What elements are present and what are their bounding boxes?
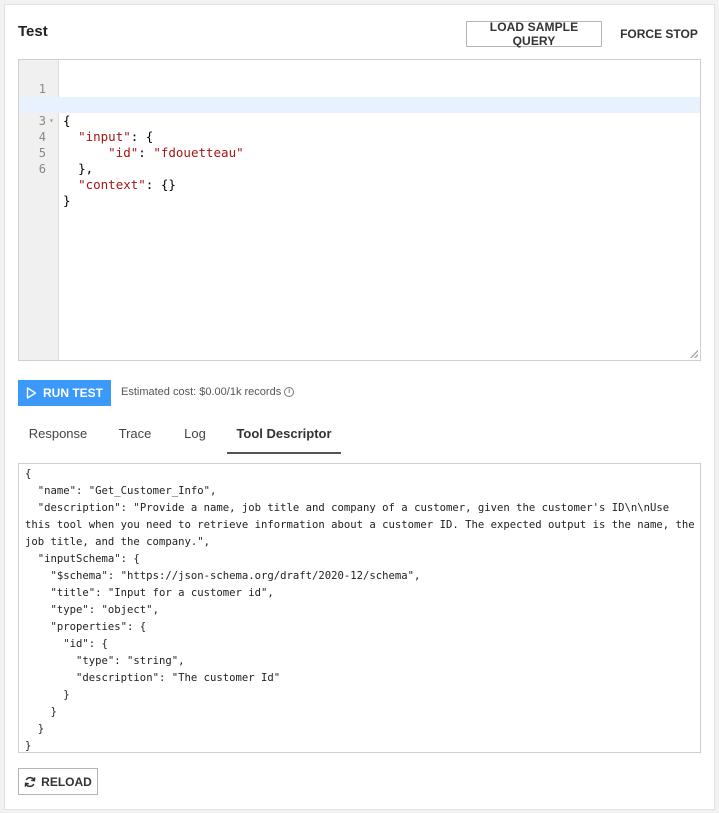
tool-descriptor-json: { "name": "Get_Customer_Info", "descript… <box>25 468 695 752</box>
line-number: 6 <box>38 162 46 176</box>
reload-button[interactable]: RELOAD <box>18 768 98 795</box>
panel-title: Test <box>18 23 48 40</box>
code-token: }, <box>78 161 94 176</box>
reload-icon <box>24 776 36 787</box>
json-key: "context" <box>78 177 146 192</box>
play-icon <box>26 387 37 399</box>
tool-descriptor-output[interactable]: { "name": "Get_Customer_Info", "descript… <box>18 463 701 753</box>
force-stop-button[interactable]: FORCE STOP <box>611 21 707 47</box>
code-line-active: 3 "id": "fdouetteau" <box>19 97 700 160</box>
estimated-cost: Estimated cost: $0.00/1k records i <box>121 386 295 398</box>
code-line: 1 ▾ { <box>19 65 700 128</box>
info-icon[interactable]: i <box>284 387 295 397</box>
tab-log[interactable]: Log <box>172 414 218 454</box>
code-line: 2 ▾ "input": { <box>19 81 700 144</box>
code-line: 4 }, <box>19 113 700 176</box>
code-token: } <box>63 193 71 208</box>
reload-label: RELOAD <box>41 774 92 789</box>
tab-response[interactable]: Response <box>18 414 98 454</box>
run-test-label: RUN TEST <box>43 386 103 400</box>
run-test-button[interactable]: RUN TEST <box>18 380 111 406</box>
code-line: 6 } <box>19 145 700 208</box>
result-tabs: Response Trace Log Tool Descriptor <box>18 414 701 454</box>
tab-trace[interactable]: Trace <box>106 414 164 454</box>
code-token: : {} <box>145 177 176 192</box>
test-panel: Test LOAD SAMPLE QUERY FORCE STOP 1 ▾ { … <box>4 4 715 810</box>
query-editor[interactable]: 1 ▾ { 2 ▾ "input": { 3 "id": "fdouetteau… <box>18 59 701 361</box>
resize-handle-icon[interactable] <box>690 350 698 358</box>
tab-tool-descriptor[interactable]: Tool Descriptor <box>227 414 341 454</box>
load-sample-query-button[interactable]: LOAD SAMPLE QUERY <box>466 20 602 48</box>
code-line: 5 "context": {} <box>19 129 700 192</box>
estimated-cost-text: Estimated cost: $0.00/1k records <box>121 386 282 398</box>
